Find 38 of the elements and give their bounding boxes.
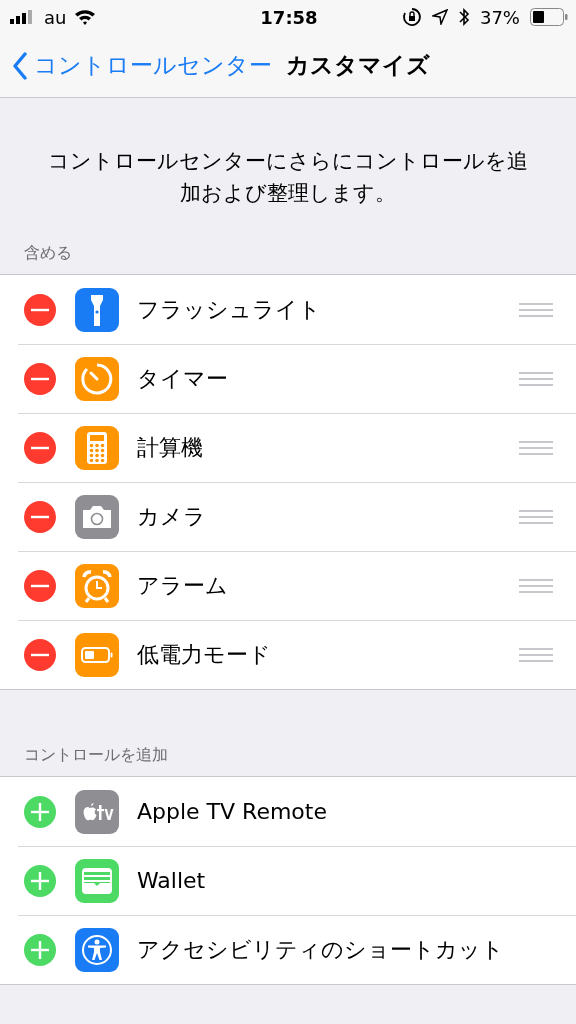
rotation-lock-icon: [401, 7, 422, 27]
add-button[interactable]: [23, 863, 57, 898]
status-time: 17:58: [260, 6, 318, 28]
battery-percentage: 37%: [479, 6, 520, 28]
section-header: 含める: [24, 243, 72, 264]
remove-button[interactable]: [23, 430, 57, 465]
reorder-handle-icon[interactable]: [519, 371, 553, 386]
section-header: コントロールを追加: [24, 745, 168, 766]
screen-title: カスタマイズ: [286, 51, 430, 80]
control-label: 低電力モード: [137, 640, 272, 669]
wifi-icon: [74, 9, 97, 25]
carrier-name: au: [44, 6, 67, 28]
remove-button[interactable]: [23, 637, 57, 672]
control-label: アラーム: [137, 571, 229, 600]
reorder-handle-icon[interactable]: [519, 302, 553, 317]
control-label: Wallet: [137, 868, 207, 893]
chevron-left-icon: [12, 51, 28, 80]
remove-button[interactable]: [23, 499, 57, 534]
control-label: カメラ: [137, 502, 207, 531]
battery-icon: [530, 8, 568, 26]
location-icon: [431, 9, 448, 25]
add-button[interactable]: [23, 932, 57, 967]
bluetooth-icon: [457, 7, 470, 27]
remove-button[interactable]: [23, 568, 57, 603]
control-label: フラッシュライト: [137, 295, 322, 324]
reorder-handle-icon[interactable]: [519, 440, 553, 455]
reorder-handle-icon[interactable]: [519, 509, 553, 524]
reorder-handle-icon[interactable]: [519, 578, 553, 593]
back-button[interactable]: コントロールセンター: [12, 50, 272, 81]
control-label: Apple TV Remote: [137, 799, 328, 824]
reorder-handle-icon[interactable]: [519, 647, 553, 662]
remove-button[interactable]: [23, 361, 57, 396]
description-text: コントロールセンターにさらにコントロールを追加および整理します。: [47, 148, 529, 207]
remove-button[interactable]: [23, 292, 57, 327]
control-label: タイマー: [137, 364, 229, 393]
control-label: アクセシビリティのショートカット: [137, 935, 505, 964]
control-label: 計算機: [137, 433, 204, 462]
add-button[interactable]: [23, 794, 57, 829]
